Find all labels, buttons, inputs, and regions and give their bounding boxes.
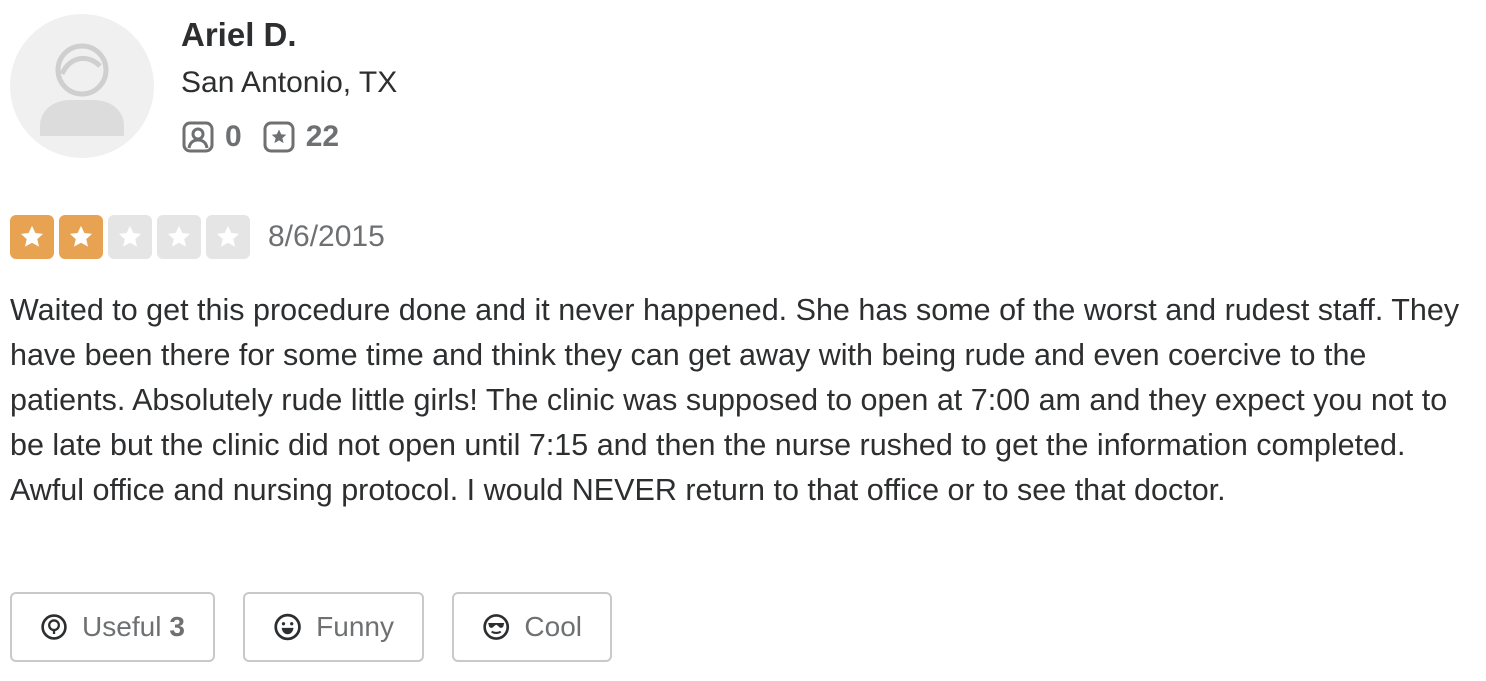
star-icon	[10, 215, 54, 259]
funny-button[interactable]: Funny	[243, 592, 424, 662]
useful-label: Useful	[82, 611, 162, 642]
useful-button[interactable]: Useful 3	[10, 592, 215, 662]
review-star-icon	[263, 121, 295, 153]
star-icon	[59, 215, 103, 259]
avatar[interactable]	[10, 14, 154, 158]
reviews-stat: 22	[262, 120, 339, 154]
useful-count: 3	[169, 611, 185, 642]
user-name[interactable]: Ariel D.	[181, 16, 297, 54]
star-icon	[108, 215, 152, 259]
review-rating: 8/6/2015	[10, 215, 385, 259]
friends-count: 0	[225, 120, 242, 153]
sunglasses-face-icon	[483, 614, 510, 640]
review-text: Waited to get this procedure done and it…	[10, 293, 1460, 507]
user-location: San Antonio, TX	[181, 66, 398, 99]
default-user-avatar-icon	[40, 43, 124, 136]
user-stats: 0 22	[181, 120, 359, 154]
laughing-face-icon	[274, 613, 301, 641]
friends-icon	[182, 121, 214, 153]
review-date: 8/6/2015	[268, 220, 385, 253]
lightbulb-icon	[41, 614, 67, 640]
reviews-count: 22	[305, 120, 340, 153]
friends-stat: 0	[181, 120, 242, 154]
star-icon	[157, 215, 201, 259]
cool-button[interactable]: Cool	[452, 592, 612, 662]
star-icon	[206, 215, 250, 259]
cool-label: Cool	[524, 611, 582, 642]
funny-label: Funny	[316, 611, 394, 642]
vote-buttons: Useful 3 Funny Cool	[10, 592, 640, 662]
